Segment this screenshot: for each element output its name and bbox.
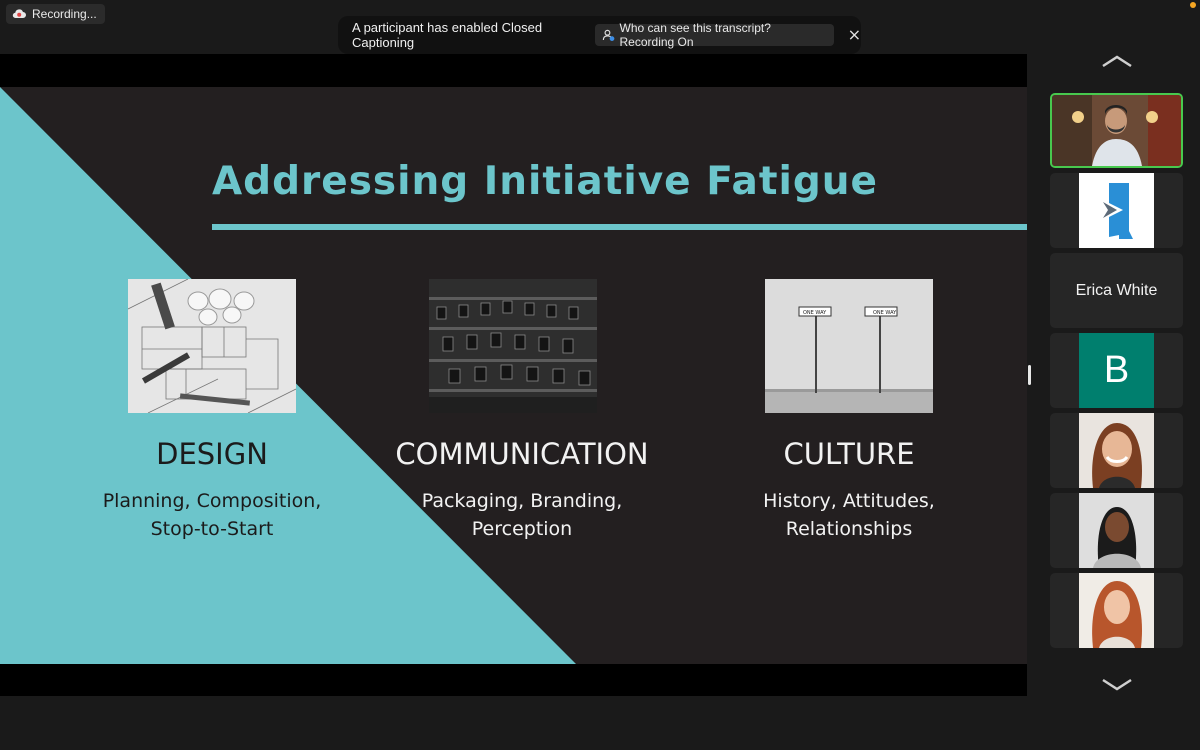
participant-video — [1052, 95, 1181, 166]
participant-tile-photo[interactable] — [1050, 493, 1183, 568]
transcript-button-label: Who can see this transcript? Recording O… — [619, 21, 771, 49]
caption-notification: A participant has enabled Closed Caption… — [338, 16, 861, 54]
transcript-visibility-button[interactable]: Who can see this transcript? Recording O… — [594, 21, 835, 49]
participant-tile-initial[interactable]: B — [1050, 333, 1183, 408]
participant-tile-name[interactable]: Erica White — [1050, 253, 1183, 328]
participant-gallery: Erica White B — [1037, 54, 1200, 750]
chevron-down-icon[interactable] — [1101, 676, 1133, 692]
participant-tile-logo[interactable] — [1050, 173, 1183, 248]
meeting-top-bar: Recording... A participant has enabled C… — [0, 0, 1200, 54]
shared-screen: Addressing Initiative Fatigue ONE WAY ON… — [0, 54, 1027, 696]
culture-heading: CULTURE — [783, 437, 915, 471]
title-underline — [212, 224, 1027, 230]
participant-photo — [1079, 413, 1154, 488]
caption-notice-text: A participant has enabled Closed Caption… — [352, 20, 543, 50]
design-heading: DESIGN — [156, 437, 268, 471]
person-info-icon — [602, 29, 615, 41]
communication-description: Packaging, Branding, Perception — [421, 490, 623, 540]
participant-photo — [1079, 573, 1154, 648]
participant-photo — [1079, 493, 1154, 568]
organization-logo — [1079, 173, 1154, 248]
participant-tile-active-speaker[interactable] — [1050, 93, 1183, 168]
chevron-up-icon[interactable] — [1101, 54, 1133, 70]
culture-description: History, Attitudes, Relationships — [763, 490, 935, 540]
presentation-slide: Addressing Initiative Fatigue ONE WAY ON… — [0, 87, 1027, 664]
recording-label: Recording... — [32, 7, 97, 21]
svg-text:ONE WAY: ONE WAY — [803, 310, 827, 316]
recording-indicator[interactable]: Recording... — [6, 4, 105, 24]
participant-name: Erica White — [1075, 281, 1158, 299]
close-icon[interactable] — [848, 28, 861, 42]
resize-handle[interactable] — [1028, 365, 1031, 385]
svg-text:ONE WAY: ONE WAY — [873, 310, 897, 316]
mixing-console-image — [429, 279, 597, 413]
cloud-record-icon — [12, 9, 26, 19]
one-way-signs-image: ONE WAY ONE WAY — [765, 279, 933, 413]
communication-heading: COMMUNICATION — [395, 437, 649, 471]
design-description: Planning, Composition, Stop-to-Start — [102, 490, 322, 540]
participant-tile-photo[interactable] — [1050, 413, 1183, 488]
participant-tile-photo[interactable] — [1050, 573, 1183, 648]
participant-initial-avatar: B — [1079, 333, 1154, 408]
status-dot — [1190, 2, 1196, 8]
slide-title: Addressing Initiative Fatigue — [212, 159, 879, 204]
blueprint-image — [128, 279, 296, 413]
